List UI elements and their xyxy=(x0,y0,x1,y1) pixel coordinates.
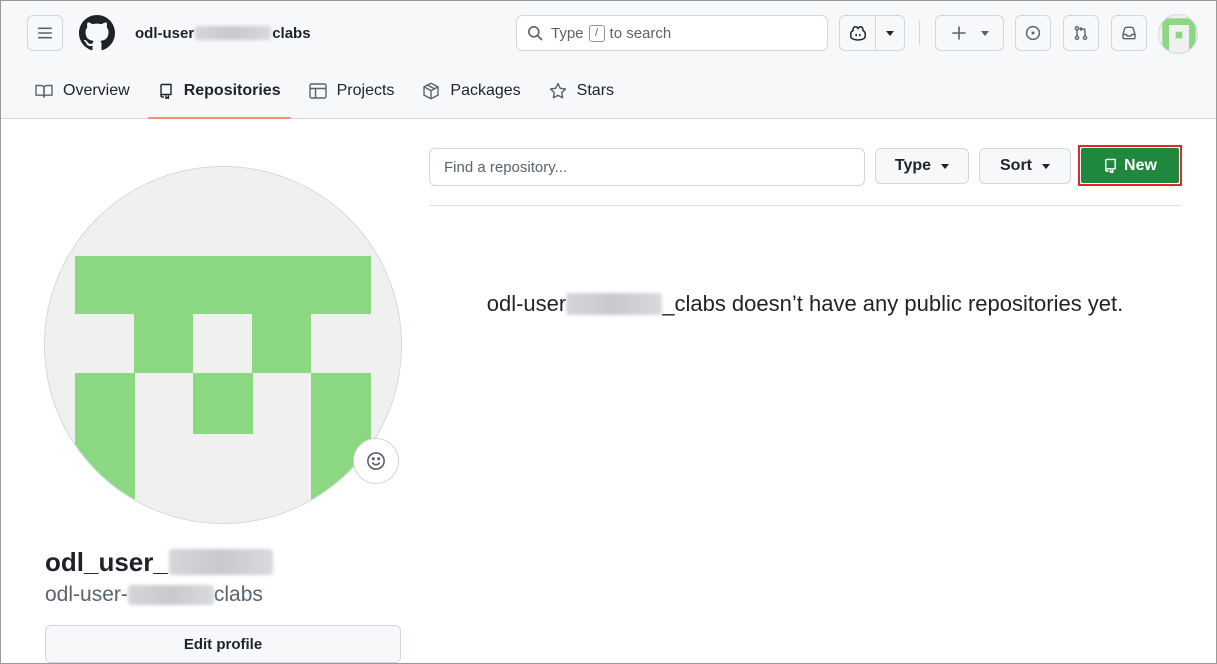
copilot-button[interactable] xyxy=(840,16,876,50)
create-new-button[interactable] xyxy=(935,15,1004,51)
github-mark-icon[interactable] xyxy=(79,15,115,51)
redacted-username xyxy=(168,549,273,575)
smiley-icon xyxy=(367,452,385,470)
copilot-icon xyxy=(849,26,866,41)
search-icon xyxy=(528,26,543,41)
search-text-after: to search xyxy=(609,24,672,42)
pull-requests-button[interactable] xyxy=(1063,15,1099,51)
profile-nav-tabs: Overview Repositories Projects Packages … xyxy=(25,71,632,119)
empty-owner-prefix: odl-user xyxy=(486,291,567,316)
new-button-label: New xyxy=(1124,156,1157,174)
chevron-down-icon xyxy=(980,30,989,36)
tab-packages[interactable]: Packages xyxy=(412,71,530,111)
issue-opened-icon xyxy=(1025,25,1041,41)
empty-state-message: odl-user _clabs doesn’t have any public r… xyxy=(429,285,1181,322)
repo-icon xyxy=(159,83,172,99)
inbox-button[interactable] xyxy=(1111,15,1147,51)
sort-button[interactable]: Sort xyxy=(979,148,1071,184)
set-status-button[interactable] xyxy=(353,438,399,484)
login-prefix: odl-user- xyxy=(45,583,128,606)
search-text-before: Type xyxy=(551,24,584,42)
sort-label: Sort xyxy=(1000,157,1032,174)
inbox-icon xyxy=(1122,26,1136,40)
user-avatar-button[interactable] xyxy=(1158,14,1198,54)
redacted-username xyxy=(195,26,272,40)
profile-login: odl-user- clabs xyxy=(45,582,263,608)
chevron-down-icon xyxy=(941,163,950,169)
empty-message-text: _clabs doesn’t have any public repositor… xyxy=(662,291,1124,316)
copilot-button-group xyxy=(839,15,905,51)
tab-label: Repositories xyxy=(183,82,281,99)
tab-projects[interactable]: Projects xyxy=(299,71,405,111)
identicon-avatar xyxy=(45,167,401,523)
type-filter-label: Type xyxy=(894,157,932,174)
issues-button[interactable] xyxy=(1015,15,1051,51)
tab-label: Projects xyxy=(336,82,395,99)
tab-stars[interactable]: Stars xyxy=(539,71,624,111)
type-filter-button[interactable]: Type xyxy=(875,148,969,184)
package-icon xyxy=(423,82,440,100)
plus-icon xyxy=(951,26,966,40)
search-shortcut-key: / xyxy=(588,24,605,42)
hamburger-icon xyxy=(38,27,52,39)
app-header: odl-user clabs Type / to search Overview… xyxy=(1,1,1216,119)
divider xyxy=(429,205,1181,206)
repo-icon xyxy=(1105,158,1116,173)
new-button-highlight: New xyxy=(1078,145,1182,186)
table-icon xyxy=(308,83,327,99)
edit-profile-button[interactable]: Edit profile xyxy=(45,625,401,663)
tab-label: Stars xyxy=(576,82,615,99)
open-menu-button[interactable] xyxy=(27,15,63,51)
header-divider xyxy=(919,21,920,45)
tab-label: Overview xyxy=(63,82,130,99)
identicon-avatar xyxy=(1159,15,1197,53)
profile-display-name: odl_user_ xyxy=(45,544,273,580)
new-repository-button[interactable]: New xyxy=(1081,148,1179,183)
find-repository-input[interactable] xyxy=(429,148,865,186)
tab-overview[interactable]: Overview xyxy=(25,71,140,111)
star-icon xyxy=(549,82,566,99)
page-frame: odl-user clabs Type / to search Overview… xyxy=(0,0,1217,664)
book-icon xyxy=(35,84,53,98)
login-suffix: clabs xyxy=(213,583,263,606)
chevron-down-icon xyxy=(1042,163,1050,169)
chevron-down-icon xyxy=(886,30,894,36)
copilot-menu-button[interactable] xyxy=(876,16,904,50)
context-owner-link[interactable]: odl-user clabs xyxy=(135,23,311,43)
global-search-button[interactable]: Type / to search xyxy=(516,15,828,51)
owner-prefix: odl-user xyxy=(135,24,195,42)
profile-avatar[interactable] xyxy=(44,166,402,524)
display-name-prefix: odl_user_ xyxy=(45,546,168,577)
redacted-username xyxy=(127,585,214,605)
git-pull-request-icon xyxy=(1074,25,1088,40)
redacted-username xyxy=(566,293,663,315)
tab-repositories[interactable]: Repositories xyxy=(147,71,291,119)
tab-label: Packages xyxy=(450,82,521,99)
owner-suffix: clabs xyxy=(272,24,311,42)
